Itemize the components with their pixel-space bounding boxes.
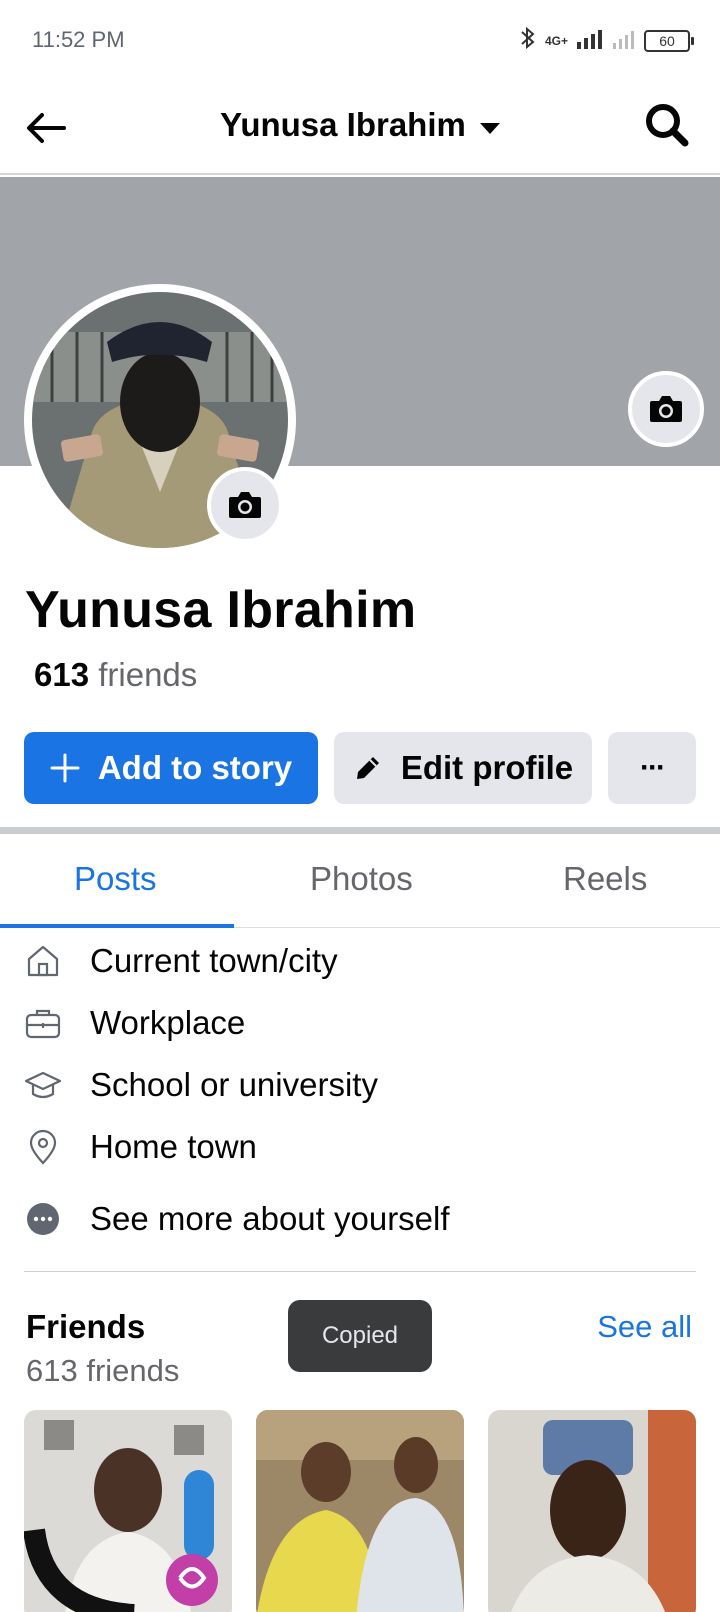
- friend-photo: [256, 1410, 464, 1612]
- friend-tile[interactable]: [256, 1410, 464, 1612]
- location-pin-icon: [29, 1129, 57, 1165]
- intro-item-school[interactable]: School or university: [0, 1054, 720, 1114]
- camera-icon: [650, 396, 682, 422]
- add-to-story-button[interactable]: Add to story: [24, 732, 318, 804]
- intro-item-home-town[interactable]: Home town: [0, 1116, 720, 1176]
- camera-icon: [229, 492, 261, 518]
- friends-section-title: Friends: [26, 1308, 146, 1345]
- profile-tabs: Posts Photos Reels: [0, 834, 720, 928]
- tab-posts[interactable]: Posts: [74, 860, 157, 898]
- intro-item-current-town[interactable]: Current town/city: [0, 930, 720, 990]
- friend-photo: [488, 1410, 696, 1612]
- edit-profile-label: Edit profile: [400, 749, 574, 786]
- add-to-story-label: Add to story: [97, 749, 293, 786]
- edit-profile-button[interactable]: Edit profile: [334, 732, 592, 804]
- briefcase-icon: [25, 1009, 61, 1039]
- signal-2-icon: [612, 28, 636, 55]
- more-dots-icon: [27, 1203, 59, 1235]
- header-title: Yunusa Ibrahim: [220, 106, 466, 143]
- intro-label: Workplace: [90, 1004, 246, 1041]
- section-divider: [0, 827, 720, 834]
- intro-label: See more about yourself: [90, 1200, 450, 1237]
- bluetooth-icon: [519, 26, 537, 56]
- top-app-bar: Yunusa Ibrahim: [0, 80, 720, 175]
- graduation-cap-icon: [24, 1071, 62, 1099]
- more-options-button[interactable]: ···: [608, 732, 696, 804]
- more-dots-icon: ···: [640, 751, 666, 784]
- home-icon: [27, 945, 59, 977]
- friend-tile[interactable]: [488, 1410, 696, 1612]
- tab-reels[interactable]: Reels: [563, 860, 647, 898]
- signal-icon: [576, 28, 604, 55]
- status-bar: 11:52 PM 4G+ 60: [0, 0, 720, 80]
- edit-cover-button[interactable]: [628, 371, 704, 447]
- plus-icon: [50, 753, 80, 783]
- intro-item-workplace[interactable]: Workplace: [0, 992, 720, 1052]
- intro-label: Current town/city: [90, 942, 338, 979]
- intro-label: School or university: [90, 1066, 378, 1103]
- friend-tile[interactable]: [24, 1410, 232, 1612]
- friends-section-count: 613 friends: [26, 1353, 180, 1388]
- caret-down-icon: [479, 123, 500, 135]
- network-type: 4G+: [544, 34, 568, 48]
- friend-count-number: 613: [34, 656, 90, 693]
- friend-photo: [24, 1410, 232, 1612]
- profile-name: Yunusa Ibrahim: [25, 581, 417, 639]
- see-all-friends-link[interactable]: See all: [597, 1309, 692, 1345]
- friend-count[interactable]: 613 friends: [34, 656, 197, 694]
- search-icon: [646, 104, 689, 147]
- friend-count-label: friends: [89, 656, 198, 693]
- search-button[interactable]: [642, 100, 692, 150]
- section-divider: [24, 1271, 696, 1272]
- status-icons: 4G+ 60: [519, 26, 694, 56]
- copied-toast: Copied: [288, 1300, 432, 1372]
- status-time: 11:52 PM: [32, 27, 125, 52]
- tab-photos[interactable]: Photos: [310, 860, 413, 898]
- intro-label: Home town: [90, 1128, 257, 1165]
- pencil-icon: [356, 757, 379, 779]
- battery-icon: 60: [644, 30, 694, 52]
- profile-switcher[interactable]: Yunusa Ibrahim: [0, 106, 720, 144]
- edit-profile-picture-button[interactable]: [207, 467, 283, 543]
- intro-item-see-more[interactable]: See more about yourself: [0, 1188, 720, 1248]
- active-tab-indicator: [0, 924, 234, 928]
